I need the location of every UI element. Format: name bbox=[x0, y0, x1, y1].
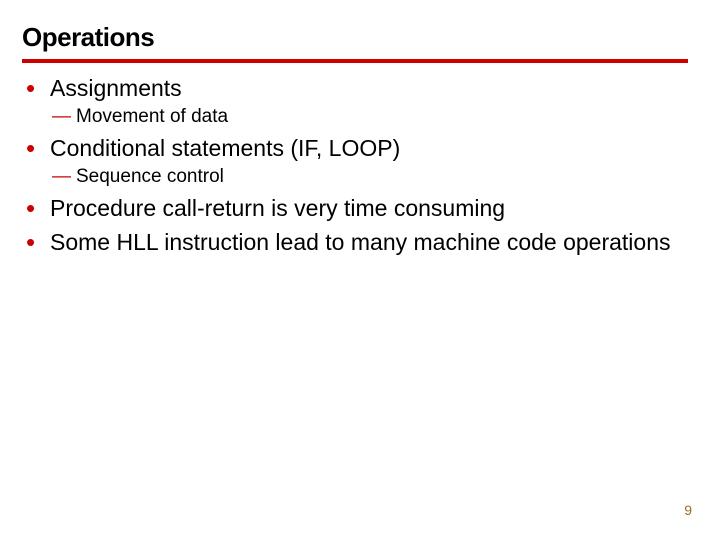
bullet-text: Some HLL instruction lead to many machin… bbox=[50, 227, 671, 257]
bullet-icon: • bbox=[24, 133, 50, 163]
page-number: 9 bbox=[684, 502, 692, 518]
bullet-text: Procedure call-return is very time consu… bbox=[50, 193, 505, 223]
sub-item: — Movement of data bbox=[52, 105, 688, 129]
bullet-text: Conditional statements (IF, LOOP) bbox=[50, 133, 400, 163]
dash-icon: — bbox=[52, 105, 76, 129]
bullet-item: • Some HLL instruction lead to many mach… bbox=[24, 227, 688, 257]
sub-text: Sequence control bbox=[76, 165, 224, 189]
bullet-text: Assignments bbox=[50, 73, 182, 103]
dash-icon: — bbox=[52, 165, 76, 189]
bullet-icon: • bbox=[24, 73, 50, 103]
slide-content: • Assignments — Movement of data • Condi… bbox=[22, 73, 688, 257]
bullet-item: • Procedure call-return is very time con… bbox=[24, 193, 688, 223]
sub-item: — Sequence control bbox=[52, 165, 688, 189]
bullet-icon: • bbox=[24, 193, 50, 223]
title-underline bbox=[22, 59, 688, 63]
slide: Operations • Assignments — Movement of d… bbox=[0, 0, 720, 540]
bullet-icon: • bbox=[24, 227, 50, 257]
sub-text: Movement of data bbox=[76, 105, 228, 129]
bullet-item: • Assignments bbox=[24, 73, 688, 103]
slide-title: Operations bbox=[22, 22, 688, 59]
bullet-item: • Conditional statements (IF, LOOP) bbox=[24, 133, 688, 163]
